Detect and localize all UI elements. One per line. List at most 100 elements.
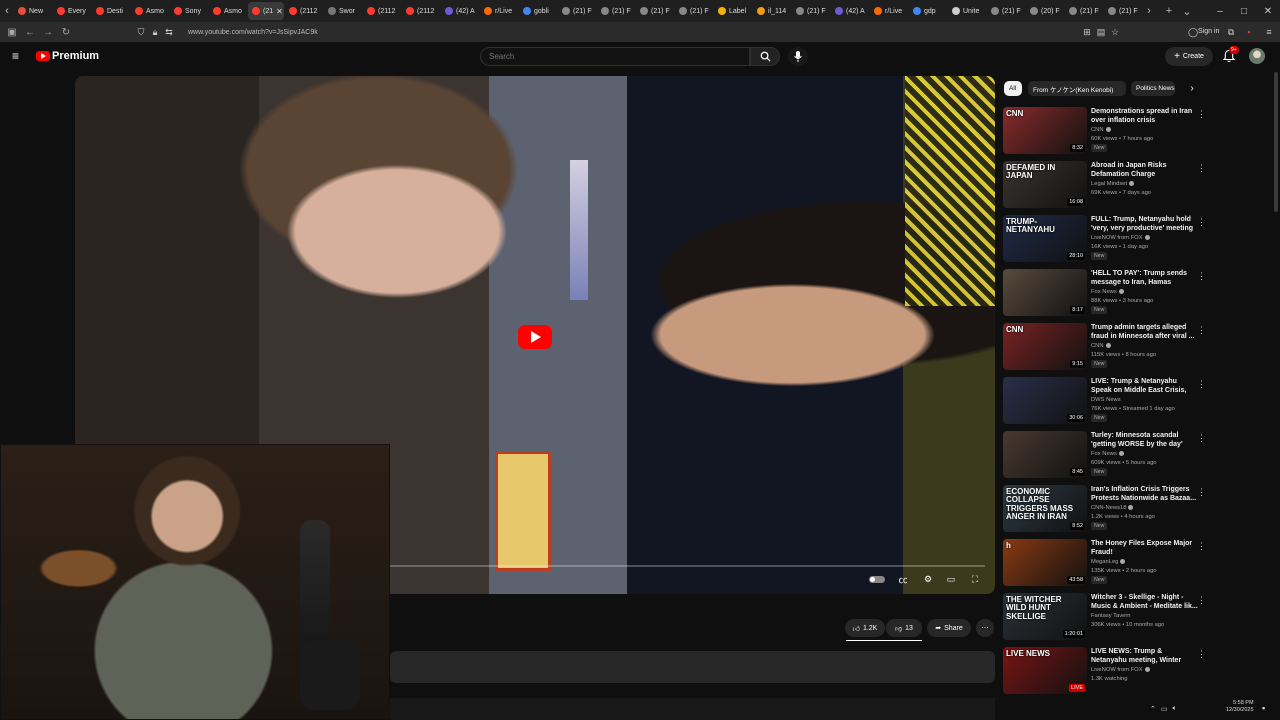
- more-actions-button[interactable]: ⋯: [976, 619, 994, 637]
- browser-tab[interactable]: Every: [53, 2, 91, 20]
- channel-name[interactable]: MeganLeg: [1091, 559, 1126, 565]
- translate-icon[interactable]: ⊞: [1080, 24, 1094, 40]
- settings-gear-icon[interactable]: ⚙: [920, 572, 936, 586]
- browser-tab[interactable]: gdp: [909, 2, 947, 20]
- browser-tab[interactable]: (42) A: [441, 2, 479, 20]
- video-thumbnail[interactable]: ECONOMIC COLLAPSE TRIGGERS MASS ANGER IN…: [1003, 485, 1087, 532]
- youtube-logo-icon[interactable]: [36, 51, 50, 61]
- permissions-icon[interactable]: ⇆: [162, 24, 176, 40]
- browser-tab[interactable]: r/Live: [870, 2, 908, 20]
- video-title[interactable]: Abroad in Japan Risks Defamation Charge: [1091, 161, 1199, 180]
- browser-tab[interactable]: Unite: [948, 2, 986, 20]
- tab-close-icon[interactable]: ✕: [276, 7, 283, 16]
- video-title[interactable]: Witcher 3 - Skellige - Night - Music & A…: [1091, 593, 1199, 612]
- like-button[interactable]: 👍︎ 1.2K: [845, 619, 885, 637]
- browser-tab[interactable]: Asmo: [131, 2, 169, 20]
- browser-tab[interactable]: gobli: [519, 2, 557, 20]
- more-options-icon[interactable]: ⋮: [1197, 217, 1206, 228]
- video-title[interactable]: The Honey Files Expose Major Fraud!: [1091, 539, 1199, 558]
- more-options-icon[interactable]: ⋮: [1197, 271, 1206, 282]
- browser-tab[interactable]: Label: [714, 2, 752, 20]
- youtube-premium-logo[interactable]: Premium: [52, 50, 99, 62]
- browser-tab[interactable]: (2112: [402, 2, 440, 20]
- more-options-icon[interactable]: ⋮: [1197, 379, 1206, 390]
- video-thumbnail[interactable]: 8:17: [1003, 269, 1087, 316]
- lock-icon[interactable]: 🔒︎: [148, 24, 162, 40]
- more-options-icon[interactable]: ⋮: [1197, 109, 1206, 120]
- reader-icon[interactable]: ▤: [1094, 24, 1108, 40]
- browser-tab[interactable]: (21) F: [1104, 2, 1142, 20]
- browser-menu-icon[interactable]: ≡: [1262, 24, 1276, 40]
- browser-tab[interactable]: (21) F: [987, 2, 1025, 20]
- video-thumbnail[interactable]: h 43:58: [1003, 539, 1087, 586]
- recommended-video[interactable]: 8:45 Turley: Minnesota scandal 'getting W…: [1003, 431, 1208, 481]
- browser-tab[interactable]: r/Live: [480, 2, 518, 20]
- video-thumbnail[interactable]: THE WITCHER WILD HUNT SKELLIGE 1:20:01: [1003, 593, 1087, 640]
- browser-tab[interactable]: (21) F: [1065, 2, 1103, 20]
- recommended-video[interactable]: CNN 8:32 Demonstrations spread in Iran ove…: [1003, 107, 1208, 157]
- browser-tab[interactable]: (21) F: [636, 2, 674, 20]
- video-thumbnail[interactable]: CNN 8:32: [1003, 107, 1087, 154]
- video-title[interactable]: FULL: Trump, Netanyahu hold 'very, very …: [1091, 215, 1199, 235]
- video-title[interactable]: LIVE: Trump & Netanyahu Speak on Middle …: [1091, 377, 1199, 397]
- browser-tab[interactable]: il_114: [753, 2, 791, 20]
- browser-tab[interactable]: (42) A: [831, 2, 869, 20]
- chips-next-icon[interactable]: ›: [1185, 81, 1199, 96]
- video-title[interactable]: Iran's Inflation Crisis Triggers Protest…: [1091, 485, 1199, 504]
- more-options-icon[interactable]: ⋮: [1197, 163, 1206, 174]
- browser-tab[interactable]: Sony: [170, 2, 208, 20]
- filter-chip[interactable]: All: [1004, 81, 1022, 96]
- video-title[interactable]: Demonstrations spread in Iran over infla…: [1091, 107, 1199, 126]
- channel-name[interactable]: Legal Mindset: [1091, 181, 1135, 187]
- miniplayer-icon[interactable]: ▭: [943, 572, 959, 586]
- sidebar-toggle-icon[interactable]: ▣: [3, 22, 21, 42]
- recommended-video[interactable]: THE WITCHER WILD HUNT SKELLIGE 1:20:01 Wit…: [1003, 593, 1208, 643]
- share-button[interactable]: ➦ Share: [927, 619, 971, 637]
- browser-tab[interactable]: (21) F: [792, 2, 830, 20]
- browser-tab[interactable]: (21) F: [675, 2, 713, 20]
- more-options-icon[interactable]: ⋮: [1197, 649, 1206, 660]
- browser-tab[interactable]: Desti: [92, 2, 130, 20]
- new-tab-icon[interactable]: +: [1162, 0, 1176, 22]
- tray-chevron-icon[interactable]: ⌃: [1150, 705, 1156, 713]
- channel-name[interactable]: LiveNOW from FOX: [1091, 235, 1150, 241]
- extensions-icon[interactable]: ⧉: [1224, 24, 1238, 40]
- search-button[interactable]: [750, 47, 780, 66]
- recommended-video[interactable]: 8:17 'HELL TO PAY': Trump sends message t…: [1003, 269, 1208, 319]
- browser-tab[interactable]: Asmo: [209, 2, 247, 20]
- video-thumbnail[interactable]: LIVE NEWS LIVE: [1003, 647, 1087, 694]
- description-box[interactable]: [390, 651, 995, 683]
- system-clock[interactable]: 5:58 PM 12/30/2025: [1226, 700, 1254, 714]
- browser-tab[interactable]: (21 ✕: [248, 2, 284, 20]
- browser-tab[interactable]: (21) F: [558, 2, 596, 20]
- video-thumbnail[interactable]: CNN 9:15: [1003, 323, 1087, 370]
- recommended-video[interactable]: ECONOMIC COLLAPSE TRIGGERS MASS ANGER IN…: [1003, 485, 1208, 535]
- forward-icon[interactable]: →: [39, 22, 57, 42]
- recommended-video[interactable]: DEFAMED IN JAPAN 16:08 Abroad in Japan Ris…: [1003, 161, 1208, 211]
- fullscreen-icon[interactable]: ⛶: [967, 572, 983, 586]
- browser-tab[interactable]: New: [14, 2, 52, 20]
- network-icon[interactable]: ▭: [1161, 705, 1168, 713]
- minimize-icon[interactable]: –: [1208, 0, 1232, 22]
- more-options-icon[interactable]: ⋮: [1197, 325, 1206, 336]
- more-options-icon[interactable]: ⋮: [1197, 595, 1206, 606]
- shield-icon[interactable]: ⛉: [134, 24, 148, 40]
- account-avatar[interactable]: [1249, 48, 1265, 64]
- tab-scroll-right-icon[interactable]: ›: [1142, 0, 1156, 22]
- video-thumbnail[interactable]: 30:06: [1003, 377, 1087, 424]
- browser-tab[interactable]: (2112: [285, 2, 323, 20]
- dislike-button[interactable]: 👎︎ 13: [886, 619, 922, 637]
- filter-chip[interactable]: Politics News: [1131, 81, 1175, 96]
- video-title[interactable]: LIVE NEWS: Trump & Netanyahu meeting, Wi…: [1091, 647, 1199, 667]
- bookmark-star-icon[interactable]: ☆: [1108, 24, 1122, 40]
- more-options-icon[interactable]: ⋮: [1197, 487, 1206, 498]
- channel-name[interactable]: Fox News: [1091, 451, 1124, 457]
- more-options-icon[interactable]: ⋮: [1197, 433, 1206, 444]
- channel-name[interactable]: CNN-News18: [1091, 505, 1134, 511]
- play-button-icon[interactable]: [518, 325, 552, 349]
- channel-name[interactable]: LiveNOW from FOX: [1091, 667, 1150, 673]
- recommended-video[interactable]: 30:06 LIVE: Trump & Netanyahu Speak on Mi…: [1003, 377, 1208, 427]
- extension-badge-icon[interactable]: ▪: [1242, 24, 1256, 40]
- recommended-video[interactable]: TRUMP-NETANYAHU 28:10 FULL: Trump, Netanya…: [1003, 215, 1208, 265]
- more-options-icon[interactable]: ⋮: [1197, 541, 1206, 552]
